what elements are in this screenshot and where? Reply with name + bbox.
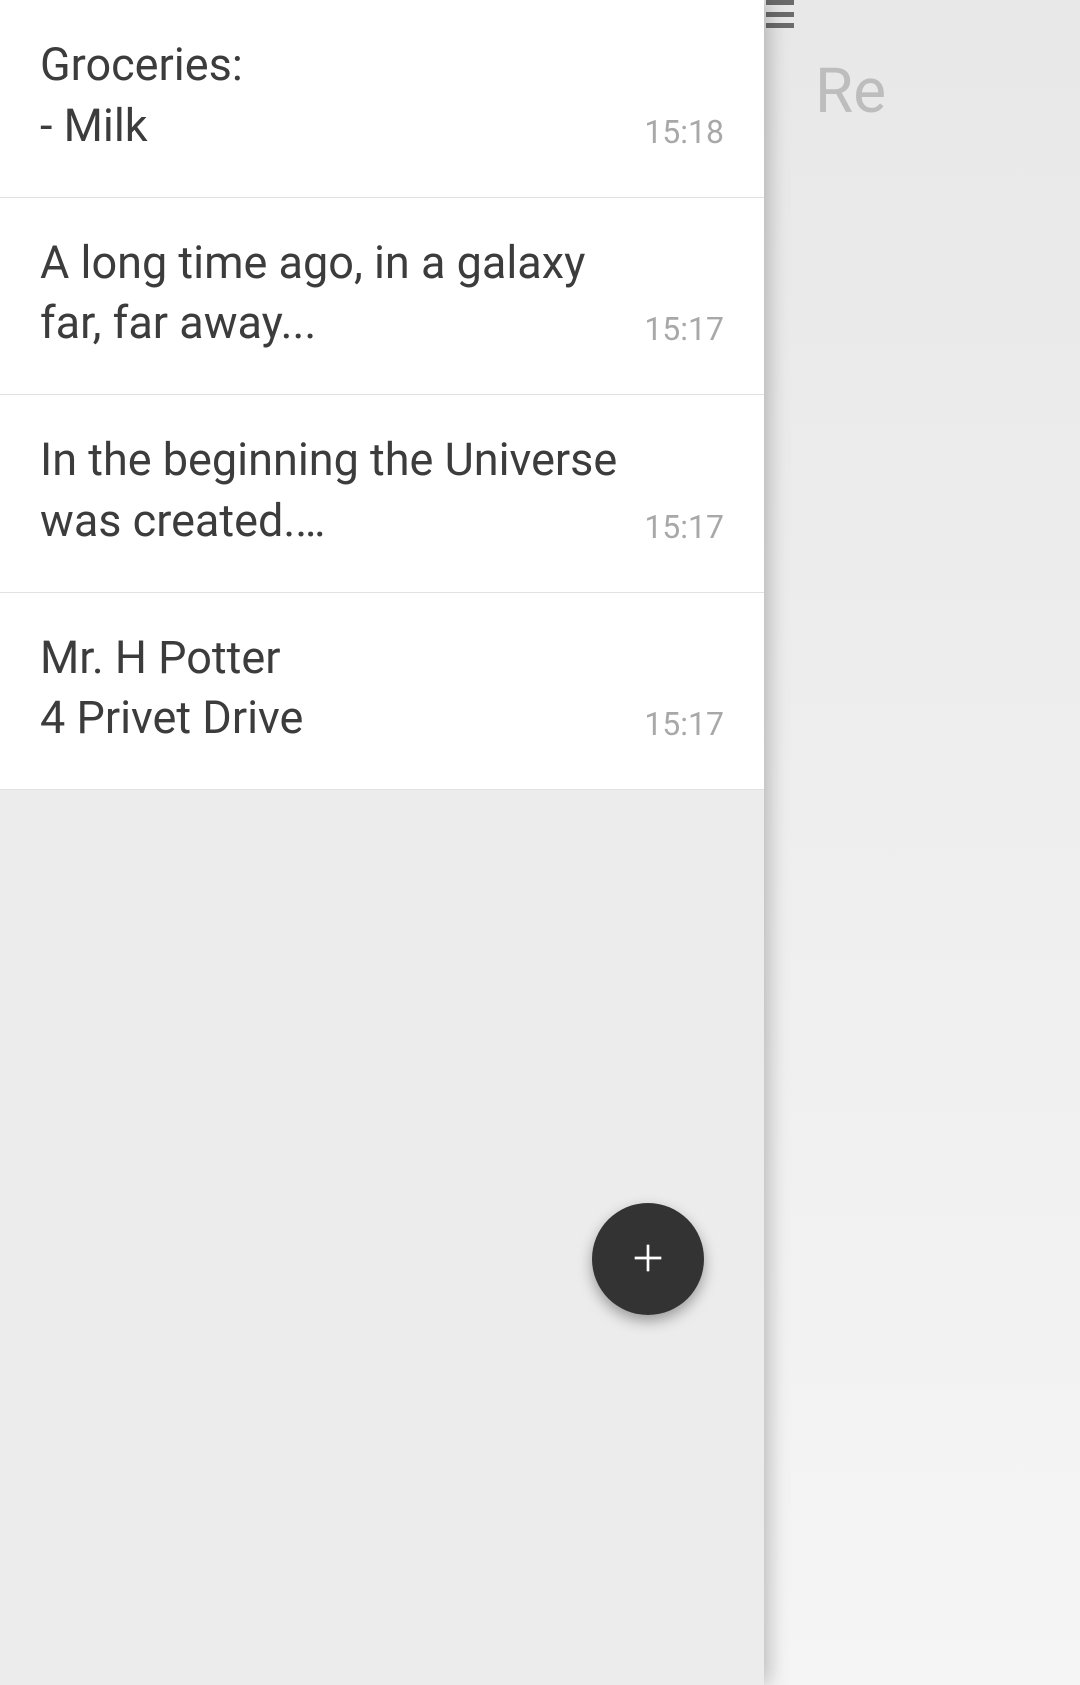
note-item[interactable]: Groceries: - Milk 15:18 bbox=[0, 0, 764, 198]
note-preview: Groceries: - Milk bbox=[40, 35, 644, 157]
note-item[interactable]: A long time ago, in a galaxy far, far aw… bbox=[0, 198, 764, 396]
note-time: 15:17 bbox=[644, 508, 724, 552]
add-note-button[interactable] bbox=[592, 1203, 704, 1315]
note-preview: A long time ago, in a galaxy far, far aw… bbox=[40, 233, 644, 355]
plus-icon bbox=[628, 1238, 668, 1281]
note-item[interactable]: In the beginning the Universe was create… bbox=[0, 395, 764, 593]
hamburger-icon[interactable] bbox=[766, 0, 794, 28]
background-title: Re bbox=[815, 55, 886, 128]
notes-list: Groceries: - Milk 15:18 A long time ago,… bbox=[0, 0, 764, 790]
notes-drawer: Groceries: - Milk 15:18 A long time ago,… bbox=[0, 0, 764, 1685]
note-preview: In the beginning the Universe was create… bbox=[40, 430, 644, 552]
note-time: 15:17 bbox=[644, 310, 724, 354]
note-time: 15:17 bbox=[644, 705, 724, 749]
note-item[interactable]: Mr. H Potter 4 Privet Drive 15:17 bbox=[0, 593, 764, 791]
note-time: 15:18 bbox=[644, 113, 724, 157]
note-preview: Mr. H Potter 4 Privet Drive bbox=[40, 628, 644, 750]
